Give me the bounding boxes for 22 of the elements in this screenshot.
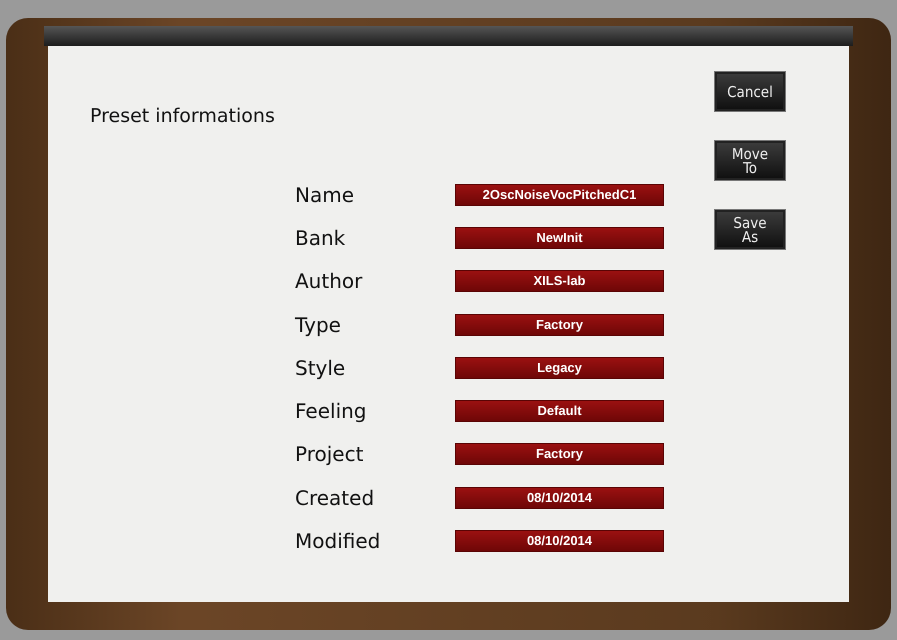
- value-field[interactable]: 2OscNoiseVocPitchedC1: [456, 184, 663, 205]
- value-field[interactable]: 08/10/2014: [456, 488, 663, 508]
- field-label: Style: [295, 356, 346, 380]
- value-field[interactable]: Factory: [456, 314, 663, 335]
- field-label: Created: [295, 486, 376, 510]
- field-label: Feeling: [295, 399, 368, 424]
- value-field[interactable]: XILS-lab: [456, 271, 663, 292]
- field-label: Modified: [295, 529, 382, 554]
- dialog-button[interactable]: Move To: [715, 141, 785, 180]
- field-label: Project: [295, 442, 364, 466]
- dialog-title: Preset informations: [90, 105, 276, 127]
- field-label: Author: [295, 269, 364, 294]
- dialog-button[interactable]: Save As: [715, 210, 785, 249]
- value-field[interactable]: Legacy: [456, 358, 663, 378]
- field-label: Name: [295, 182, 356, 207]
- value-field[interactable]: 08/10/2014: [456, 531, 663, 552]
- value-field[interactable]: NewInit: [456, 228, 663, 248]
- field-label: Type: [295, 312, 342, 337]
- value-field[interactable]: Default: [456, 401, 663, 422]
- value-field[interactable]: Factory: [456, 444, 663, 464]
- dialog-button[interactable]: Cancel: [715, 72, 785, 111]
- field-label: Bank: [295, 226, 346, 250]
